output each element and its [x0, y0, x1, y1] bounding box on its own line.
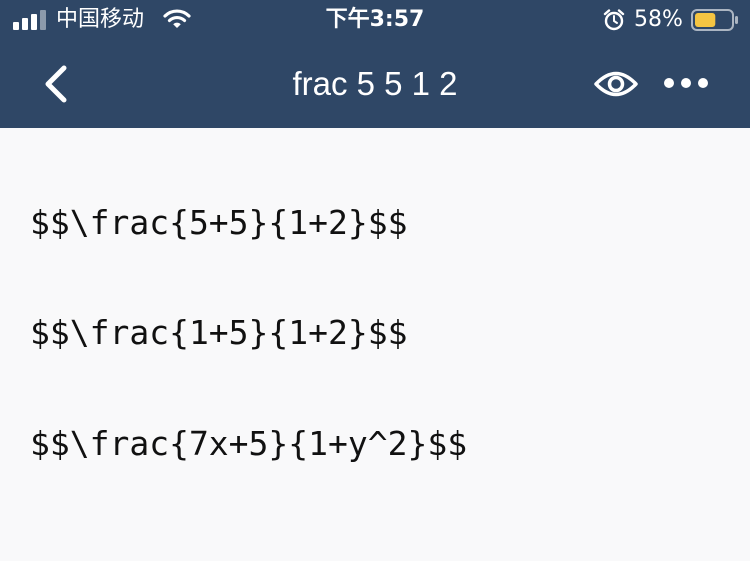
nav-bar: frac 5 5 1 2: [0, 40, 750, 128]
top-bar: 中国移动 下午3:57 58% frac 5 5 1 2: [0, 0, 750, 128]
content-line: $$\frac{1+5}{1+2}$$: [30, 313, 408, 352]
note-content[interactable]: $$\frac{5+5}{1+2}$$ $$\frac{1+5}{1+2}$$ …: [0, 128, 750, 561]
content-line: $$\frac{5+5}{1+2}$$: [30, 203, 408, 242]
battery-icon: [691, 9, 738, 31]
content-line: $$\frac{7x+5}{1+y^2}$$: [30, 424, 468, 463]
more-icon[interactable]: [661, 70, 711, 96]
battery-fill: [695, 13, 716, 27]
eye-icon[interactable]: [593, 64, 639, 104]
alarm-icon: [603, 9, 625, 31]
battery-percent: 58%: [634, 7, 683, 32]
status-bar: 中国移动 下午3:57 58%: [0, 0, 750, 40]
